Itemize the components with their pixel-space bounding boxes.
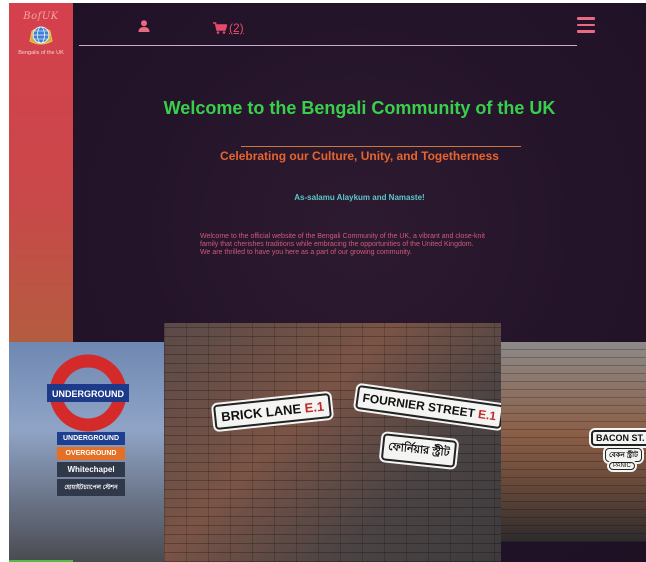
logo-link[interactable]: BofUK Bengalis of the UK <box>9 9 73 73</box>
panic-sign: PANIC <box>609 462 635 470</box>
station-sign-stack: UNDERGROUND OVERGROUND Whitechapel হোয়া… <box>57 432 125 498</box>
brick-lane-sign: BRICK LANE E.1 <box>213 392 333 431</box>
cart-link[interactable]: (2) <box>213 21 244 35</box>
hero-subtitle: Celebrating our Culture, Unity, and Toge… <box>220 149 499 163</box>
logo-text: BofUK <box>23 11 59 22</box>
intro-line: family that cherishes traditions while e… <box>200 241 474 248</box>
intro-line: Welcome to the official website of the B… <box>200 233 485 240</box>
bengali-street-sign: ফোর্নিয়ার স্ট্রীট <box>380 433 457 468</box>
overground-sign: OVERGROUND <box>57 447 125 460</box>
top-navbar: (2) <box>79 3 595 46</box>
underground-sign: UNDERGROUND <box>57 432 125 445</box>
user-icon[interactable] <box>138 20 150 32</box>
greeting-text: As-salamu Alaykum and Namaste! <box>294 193 425 202</box>
title-divider <box>241 146 521 147</box>
photo-bacon-street: BACON ST. বেকন স্ট্রীট PANIC <box>501 342 646 542</box>
photo-gallery: UNDERGROUND UNDERGROUND OVERGROUND White… <box>9 323 646 562</box>
bacon-street-bengali-sign: বেকন স্ট্রীট <box>605 448 642 462</box>
globe-emblem-icon <box>29 26 53 45</box>
intro-paragraph: Welcome to the official website of the B… <box>200 233 560 257</box>
page-frame: BofUK Bengalis of the UK (2) Welcome to … <box>9 3 646 562</box>
brick-lane-sign-code: E.1 <box>303 398 325 416</box>
station-name-sign: Whitechapel <box>57 462 125 477</box>
logo-subtitle: Bengalis of the UK <box>18 50 64 56</box>
roundel-text: UNDERGROUND <box>52 389 125 399</box>
photo-brick-lane-signs: BRICK LANE E.1 FOURNIER STREET E.1 ফোর্ন… <box>164 323 501 562</box>
bacon-street-sign: BACON ST. <box>591 430 646 446</box>
page-title: Welcome to the Bengali Community of the … <box>163 98 556 118</box>
fournier-street-sign: FOURNIER STREET E.1 <box>355 384 501 430</box>
station-name-bengali-sign: হোয়াইটচ্যাপেল স্টেশন <box>57 479 125 496</box>
cart-count: (2) <box>229 21 244 35</box>
photo-whitechapel-station: UNDERGROUND UNDERGROUND OVERGROUND White… <box>9 342 164 562</box>
hamburger-menu-icon[interactable] <box>577 17 595 33</box>
fournier-sign-text: FOURNIER STREET <box>361 390 476 421</box>
intro-line: We are thrilled to have you here as a pa… <box>200 249 412 256</box>
fournier-sign-code: E.1 <box>477 406 498 424</box>
underground-roundel-image: UNDERGROUND <box>47 354 129 432</box>
shopping-cart-icon <box>213 22 227 34</box>
brick-lane-sign-text: BRICK LANE <box>220 401 302 425</box>
